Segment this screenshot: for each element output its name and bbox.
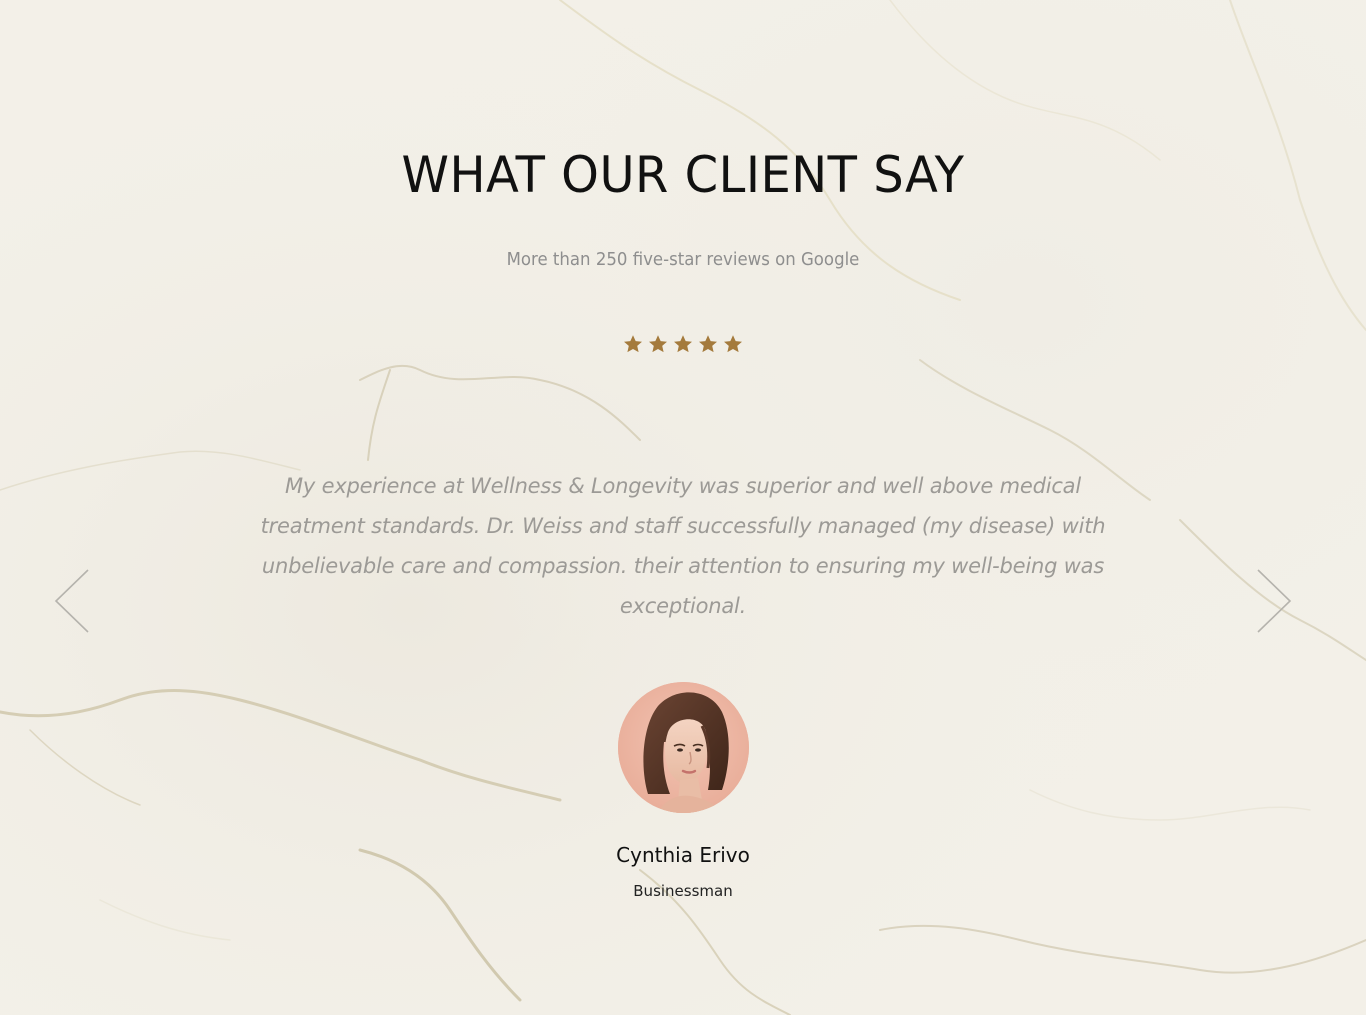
star-icon bbox=[674, 335, 692, 353]
chevron-left-icon bbox=[54, 569, 89, 633]
client-name: Cynthia Erivo bbox=[616, 843, 750, 867]
star-icon bbox=[649, 335, 667, 353]
star-icon bbox=[624, 335, 642, 353]
previous-testimonial-button[interactable] bbox=[52, 566, 92, 636]
chevron-right-icon bbox=[1257, 569, 1292, 633]
client-role: Businessman bbox=[633, 882, 733, 900]
next-testimonial-button[interactable] bbox=[1254, 566, 1294, 636]
rating-stars bbox=[622, 333, 744, 355]
section-title: WHAT OUR CLIENT SAY bbox=[401, 146, 965, 204]
star-icon bbox=[699, 335, 717, 353]
testimonial-quote: My experience at Wellness & Longevity wa… bbox=[260, 474, 1106, 618]
client-avatar bbox=[618, 682, 749, 813]
testimonials-section: WHAT OUR CLIENT SAY More than 250 five-s… bbox=[0, 0, 1366, 1015]
star-icon bbox=[724, 335, 742, 353]
reviews-subtitle: More than 250 five-star reviews on Googl… bbox=[506, 249, 860, 270]
